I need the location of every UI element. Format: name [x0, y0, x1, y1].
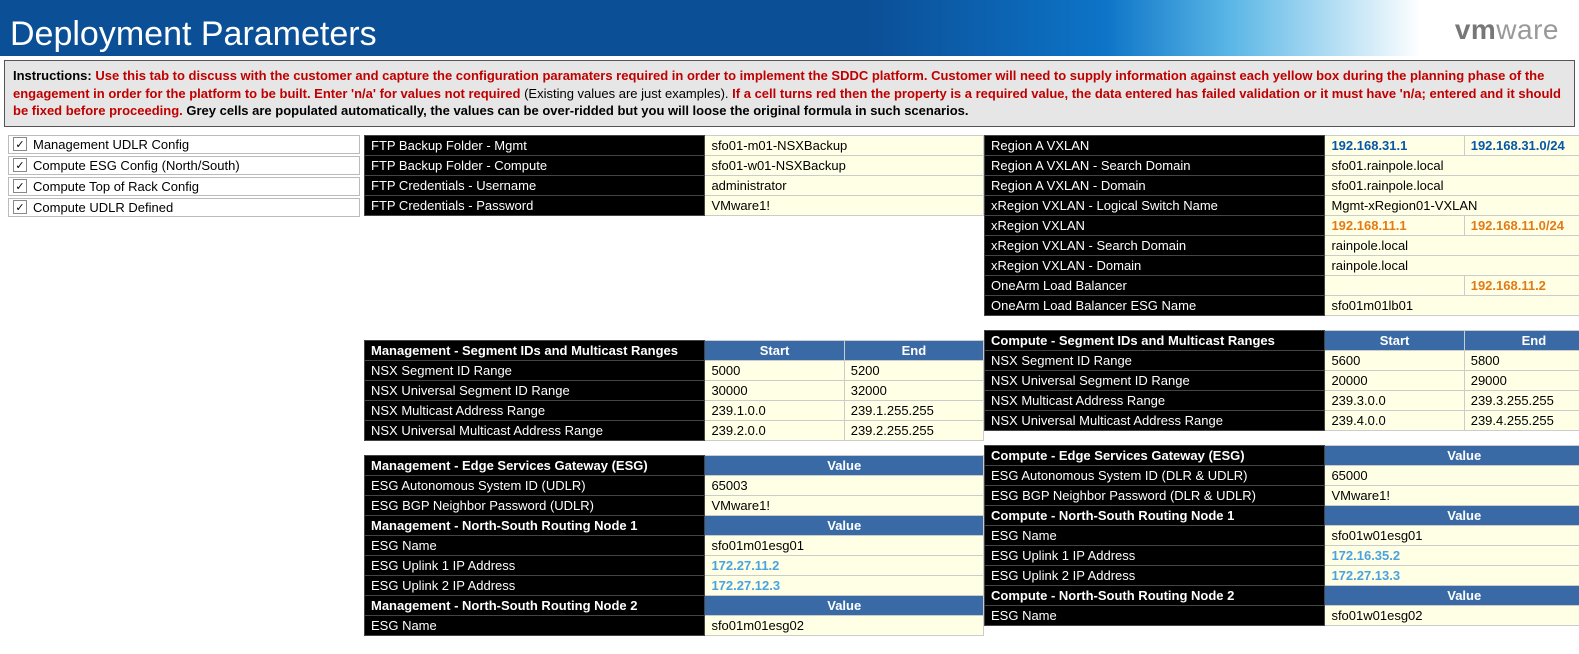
table-row: ESG Autonomous System ID (UDLR)65003 — [365, 475, 984, 495]
table-row: NSX Segment ID Range50005200 — [365, 360, 984, 380]
table-row: xRegion VXLAN - Domainrainpole.local — [985, 255, 1579, 275]
comp-esg-table: Compute - Edge Services Gateway (ESG)Val… — [984, 445, 1579, 626]
check-icon: ✓ — [13, 158, 27, 172]
ftp-table: FTP Backup Folder - Mgmtsfo01-m01-NSXBac… — [364, 135, 984, 216]
instructions: Instructions: Use this tab to discuss wi… — [4, 60, 1575, 127]
check-icon: ✓ — [13, 179, 27, 193]
table-row: FTP Backup Folder - Mgmtsfo01-m01-NSXBac… — [365, 135, 984, 155]
comp-segment-table: Compute - Segment IDs and Multicast Rang… — [984, 330, 1579, 431]
table-row: NSX Universal Segment ID Range2000029000 — [985, 370, 1579, 390]
table-row: xRegion VXLAN - Logical Switch NameMgmt-… — [985, 195, 1579, 215]
table-row: ESG Namesfo01m01esg02 — [365, 615, 984, 635]
check-compute-udlr[interactable]: ✓Compute UDLR Defined — [8, 198, 360, 217]
table-row: NSX Universal Segment ID Range3000032000 — [365, 380, 984, 400]
table-row: xRegion VXLAN192.168.11.1192.168.11.0/24 — [985, 215, 1579, 235]
instructions-text-4: Grey cells are populated automatically, … — [186, 103, 968, 118]
mgmt-segment-table: Management - Segment IDs and Multicast R… — [364, 340, 984, 441]
instructions-label: Instructions: — [13, 68, 92, 83]
management-column: FTP Backup Folder - Mgmtsfo01-m01-NSXBac… — [364, 135, 984, 650]
table-row: ESG BGP Neighbor Password (DLR & UDLR)VM… — [985, 485, 1579, 505]
content-grid: ✓Management UDLR Config ✓Compute ESG Con… — [0, 131, 1579, 654]
table-row: NSX Universal Multicast Address Range239… — [365, 420, 984, 440]
compute-column: Region A VXLAN192.168.31.1192.168.31.0/2… — [984, 135, 1579, 650]
page-title: Deployment Parameters — [10, 15, 377, 54]
table-row: FTP Credentials - PasswordVMware1! — [365, 195, 984, 215]
table-row: NSX Multicast Address Range239.1.0.0239.… — [365, 400, 984, 420]
table-row: ESG Uplink 1 IP Address172.16.35.2 — [985, 545, 1579, 565]
table-row: ESG Namesfo01w01esg02 — [985, 605, 1579, 625]
table-row: ESG Namesfo01w01esg01 — [985, 525, 1579, 545]
table-row: NSX Multicast Address Range239.3.0.0239.… — [985, 390, 1579, 410]
check-compute-tor[interactable]: ✓Compute Top of Rack Config — [8, 177, 360, 196]
table-row: NSX Segment ID Range56005800 — [985, 350, 1579, 370]
table-row: ESG Uplink 2 IP Address172.27.13.3 — [985, 565, 1579, 585]
checklist-column: ✓Management UDLR Config ✓Compute ESG Con… — [4, 135, 364, 650]
table-row: ESG Uplink 1 IP Address172.27.11.2 — [365, 555, 984, 575]
table-row: NSX Universal Multicast Address Range239… — [985, 410, 1579, 430]
table-row: FTP Credentials - Usernameadministrator — [365, 175, 984, 195]
banner: Deployment Parameters vmware — [0, 0, 1579, 56]
table-row: ESG Namesfo01m01esg01 — [365, 535, 984, 555]
table-row: FTP Backup Folder - Computesfo01-w01-NSX… — [365, 155, 984, 175]
check-icon: ✓ — [13, 200, 27, 214]
check-icon: ✓ — [13, 137, 27, 151]
table-row: Region A VXLAN - Domainsfo01.rainpole.lo… — [985, 175, 1579, 195]
vmware-logo: vmware — [1455, 14, 1559, 46]
table-row: Region A VXLAN - Search Domainsfo01.rain… — [985, 155, 1579, 175]
table-row: Region A VXLAN192.168.31.1192.168.31.0/2… — [985, 135, 1579, 155]
instructions-text-2: (Existing values are just examples). — [524, 86, 732, 101]
table-row: ESG BGP Neighbor Password (UDLR)VMware1! — [365, 495, 984, 515]
table-row: OneArm Load Balancer192.168.11.2 — [985, 275, 1579, 295]
check-compute-esg[interactable]: ✓Compute ESG Config (North/South) — [8, 156, 360, 175]
table-row: xRegion VXLAN - Search Domainrainpole.lo… — [985, 235, 1579, 255]
mgmt-esg-table: Management - Edge Services Gateway (ESG)… — [364, 455, 984, 636]
table-row: OneArm Load Balancer ESG Namesfo01m01lb0… — [985, 295, 1579, 315]
table-row: ESG Uplink 2 IP Address172.27.12.3 — [365, 575, 984, 595]
table-row: ESG Autonomous System ID (DLR & UDLR)650… — [985, 465, 1579, 485]
check-mgmt-udlr[interactable]: ✓Management UDLR Config — [8, 135, 360, 154]
vxlan-table: Region A VXLAN192.168.31.1192.168.31.0/2… — [984, 135, 1579, 316]
